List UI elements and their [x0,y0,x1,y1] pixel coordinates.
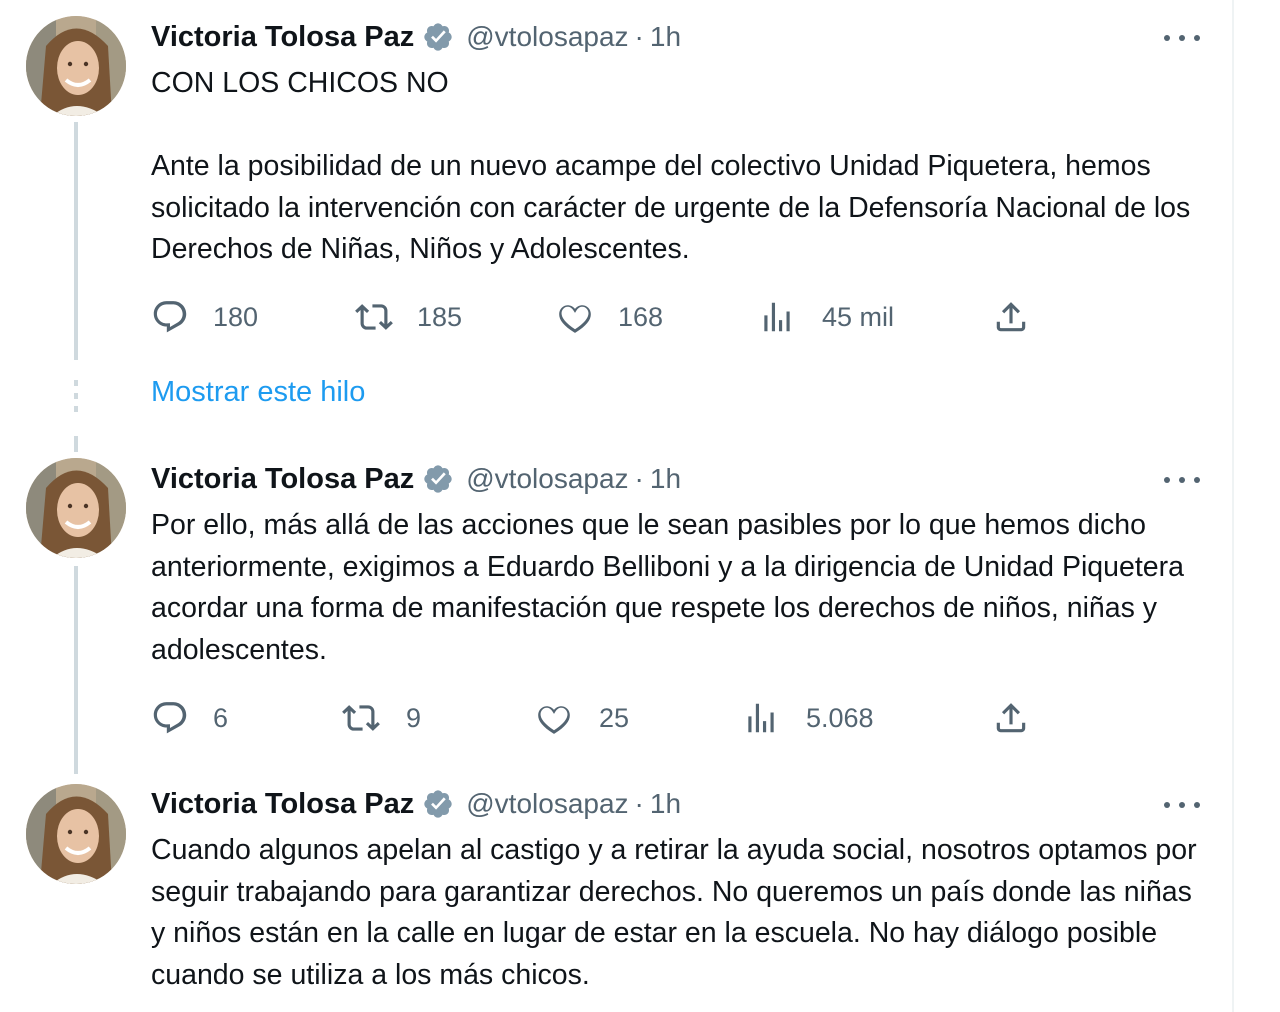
views-count: 5.068 [806,702,874,733]
like-button[interactable]: 25 [535,698,629,738]
more-options-icon[interactable] [1164,26,1200,50]
reply-count: 6 [213,702,229,733]
more-options-icon[interactable] [1164,468,1200,492]
retweet-icon [355,304,393,330]
separator-dot: · [634,463,644,494]
reply-button[interactable]: 180 [151,297,258,337]
tweet[interactable]: Victoria Tolosa Paz @vtolosapaz · 1h CON… [0,0,1232,360]
avatar[interactable] [26,16,126,116]
tweet-text: Cuando algunos apelan al castigo y a ret… [151,830,1211,996]
thread-gap-dotted-line [74,380,78,416]
reply-count: 180 [213,301,259,332]
author-name[interactable]: Victoria Tolosa Paz [151,463,414,496]
reply-icon [153,702,187,734]
retweet-button[interactable]: 9 [342,698,421,738]
views-count: 45 mil [822,301,895,332]
heart-icon [559,305,591,333]
tweet-paragraph: Cuando algunos apelan al castigo y a ret… [151,834,1197,991]
more-options-icon[interactable] [1164,793,1200,817]
tweet[interactable]: Victoria Tolosa Paz @vtolosapaz · 1h Por… [0,440,1232,780]
retweet-count: 185 [417,301,463,332]
separator-dot: · [634,21,644,52]
views-icon [764,302,790,332]
show-thread-link[interactable]: Mostrar este hilo [151,376,365,409]
tweet-header: Victoria Tolosa Paz @vtolosapaz · 1h [151,17,681,57]
retweet-button[interactable]: 185 [355,297,462,337]
author-handle[interactable]: @vtolosapaz [466,788,628,820]
author-handle[interactable]: @vtolosapaz [466,463,628,495]
views-button[interactable]: 45 mil [758,297,894,337]
share-button[interactable] [992,297,1030,337]
timestamp[interactable]: 1h [650,463,681,495]
like-button[interactable]: 168 [556,297,663,337]
share-icon [996,302,1026,332]
verified-badge-icon [422,788,454,820]
share-button[interactable] [992,698,1030,738]
tweet-header: Victoria Tolosa Paz @vtolosapaz · 1h [151,459,681,499]
tweet[interactable]: Victoria Tolosa Paz @vtolosapaz · 1h Cua… [0,766,1232,1012]
tweet-header: Victoria Tolosa Paz @vtolosapaz · 1h [151,784,681,824]
tweet-actions: 6 9 25 5.068 [0,698,1232,738]
tweet-paragraph: Ante la posibilidad de un nuevo acampe d… [151,150,1191,265]
heart-icon [538,706,570,734]
separator-dot: · [634,788,644,819]
tweet-paragraph: Por ello, más allá de las acciones que l… [151,509,1184,666]
timeline-border [1232,0,1234,1012]
share-icon [996,703,1026,733]
avatar[interactable] [26,784,126,884]
views-button[interactable]: 5.068 [742,698,874,738]
views-icon [748,703,774,733]
author-handle[interactable]: @vtolosapaz [466,21,628,53]
like-count: 168 [618,301,664,332]
tweet-paragraph: CON LOS CHICOS NO [151,67,449,99]
tweet-text: Por ello, más allá de las acciones que l… [151,505,1211,671]
tweet-text: CON LOS CHICOS NO Ante la posibilidad de… [151,63,1211,271]
author-name[interactable]: Victoria Tolosa Paz [151,21,414,54]
reply-button[interactable]: 6 [151,698,228,738]
timestamp[interactable]: 1h [650,21,681,53]
reply-icon [153,301,187,333]
verified-badge-icon [422,463,454,495]
retweet-icon [342,705,380,731]
retweet-count: 9 [406,702,422,733]
verified-badge-icon [422,21,454,53]
avatar[interactable] [26,458,126,558]
tweet-actions: 180 185 168 45 mil [0,297,1232,337]
author-name[interactable]: Victoria Tolosa Paz [151,788,414,821]
like-count: 25 [599,702,630,733]
timestamp[interactable]: 1h [650,788,681,820]
